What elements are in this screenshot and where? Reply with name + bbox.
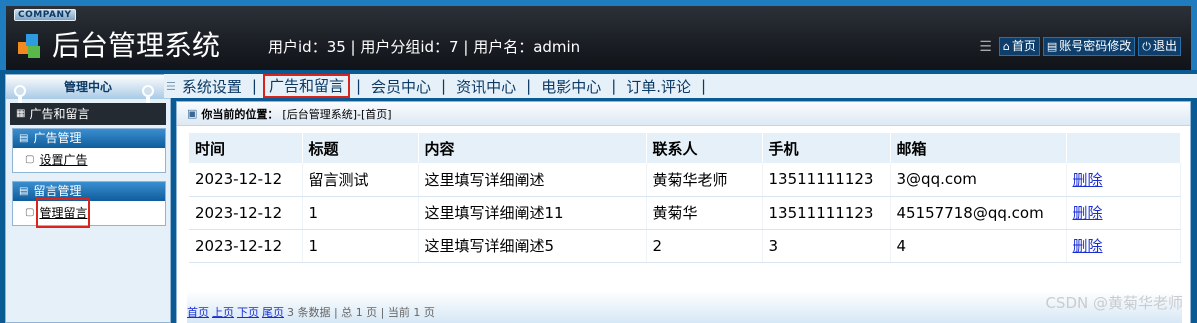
sidebar-group-messages: ▤ 留言管理 ▢ 管理留言: [12, 181, 166, 228]
sidebar-item-label[interactable]: 设置广告: [39, 148, 87, 172]
cell-title: 留言测试: [302, 163, 419, 197]
column-header-email: 邮箱: [890, 133, 1067, 163]
sidebar-group-header[interactable]: ▤ 广告管理: [13, 129, 165, 148]
cell-email: 3@qq.com: [890, 163, 1067, 197]
cell-action: 删除: [1066, 229, 1181, 263]
sidebar-group-title: 留言管理: [33, 184, 82, 198]
grip-icon: ☰: [979, 38, 992, 55]
breadcrumb: ▣ 你当前的位置： [后台管理系统]-[首页]: [177, 102, 1190, 126]
tab-orders-comments[interactable]: 订单.评论: [622, 76, 695, 97]
cell-phone: 3: [762, 229, 891, 263]
top-nav: ☰ 系统设置 | 广告和留言 | 会员中心 | 资讯中心 | 电影中心 | 订单…: [164, 74, 1197, 98]
cell-contact: 黄菊华: [646, 196, 763, 230]
column-header-action: [1066, 133, 1181, 163]
cell-content: 这里填写详细阐述: [418, 163, 647, 197]
tab-system-settings[interactable]: 系统设置: [178, 76, 246, 97]
account-icon: ▤: [1046, 40, 1058, 53]
column-header-contact: 联系人: [646, 133, 763, 163]
column-header-content: 内容: [418, 133, 647, 163]
power-icon: ⏻: [1142, 40, 1151, 53]
sidebar-item-manage-messages[interactable]: ▢ 管理留言: [13, 198, 165, 228]
sidebar-group-header[interactable]: ▤ 留言管理: [13, 182, 165, 201]
separator: |: [701, 77, 707, 95]
separator: |: [355, 77, 362, 95]
cell-email: 45157718@qq.com: [890, 196, 1067, 230]
column-header-time: 时间: [189, 133, 303, 163]
cell-content: 这里填写详细阐述11: [418, 196, 647, 230]
pin-icon: [14, 85, 26, 105]
sidebar-current-section[interactable]: ▦ 广告和留言: [10, 103, 166, 125]
app-title: 后台管理系统: [52, 29, 221, 62]
pager-summary: 3 条数据 | 总 1 页 | 当前 1 页: [287, 306, 435, 319]
list-icon: ▤: [19, 186, 29, 197]
sidebar: 管理中心 ▦ 广告和留言 ▤ 广告管理 ▢ 设置广告 ▤ 留言管理 ▢ 管理留言: [5, 74, 171, 323]
delete-link[interactable]: 删除: [1073, 204, 1103, 222]
tab-news[interactable]: 资讯中心: [452, 76, 520, 97]
cell-phone: 13511111123: [762, 196, 891, 230]
list-icon: ▤: [19, 133, 29, 144]
delete-link[interactable]: 删除: [1073, 171, 1103, 189]
change-password-label: 账号密码修改: [1059, 39, 1132, 53]
tab-ads-messages[interactable]: 广告和留言: [262, 74, 350, 98]
grid-icon: ▦: [16, 108, 26, 119]
window-icon: ▣: [187, 107, 198, 120]
pager-last-link[interactable]: 尾页: [262, 306, 284, 320]
cell-title: 1: [302, 229, 419, 263]
cube-logo-icon: [18, 34, 40, 58]
separator: |: [611, 77, 617, 95]
change-password-button[interactable]: ▤ 账号密码修改: [1042, 37, 1136, 56]
cell-action: 删除: [1066, 163, 1181, 197]
user-info: 用户id：35 | 用户分组id：7 | 用户名：admin: [268, 38, 581, 56]
table-header-row: 时间 标题 内容 联系人 手机 邮箱: [189, 133, 1181, 163]
column-header-phone: 手机: [762, 133, 891, 163]
sidebar-group-ads: ▤ 广告管理 ▢ 设置广告: [12, 128, 166, 173]
app-header: COMPANY 后台管理系统 用户id：35 | 用户分组id：7 | 用户名：…: [0, 0, 1197, 70]
cell-action: 删除: [1066, 196, 1181, 230]
sidebar-item-label[interactable]: 管理留言: [36, 198, 91, 228]
cell-email: 4: [890, 229, 1067, 263]
breadcrumb-label: 你当前的位置：: [201, 107, 279, 121]
logout-label: 退出: [1152, 39, 1177, 53]
messages-table: 时间 标题 内容 联系人 手机 邮箱 2023-12-12 留言测试 这里填写详…: [189, 133, 1181, 263]
sidebar-current-label: 广告和留言: [29, 107, 90, 121]
cell-title: 1: [302, 196, 419, 230]
cell-time: 2023-12-12: [189, 229, 303, 263]
separator: |: [441, 77, 447, 95]
cell-contact: 黄菊华老师: [646, 163, 763, 197]
cell-time: 2023-12-12: [189, 163, 303, 197]
breadcrumb-path: [后台管理系统]-[首页]: [282, 107, 392, 121]
column-header-title: 标题: [302, 133, 419, 163]
main-panel: ▣ 你当前的位置： [后台管理系统]-[首页] 时间 标题 内容 联系人 手机 …: [176, 101, 1191, 323]
page-icon: ▢: [25, 154, 35, 165]
separator: |: [526, 77, 532, 95]
pin-icon: [142, 85, 154, 105]
cell-phone: 13511111123: [762, 163, 891, 197]
top-links: ☰ ⌂ 首页 ▤ 账号密码修改 ⏻ 退出: [979, 37, 1181, 56]
pager-next-link[interactable]: 下页: [237, 306, 259, 320]
cell-time: 2023-12-12: [189, 196, 303, 230]
table-row: 2023-12-12 留言测试 这里填写详细阐述 黄菊华老师 135111111…: [189, 163, 1181, 197]
page-icon: ▢: [25, 207, 35, 218]
separator: |: [251, 77, 257, 95]
table-row: 2023-12-12 1 这里填写详细阐述11 黄菊华 13511111123 …: [189, 196, 1181, 230]
cell-contact: 2: [646, 229, 763, 263]
pager-prev-link[interactable]: 上页: [212, 306, 234, 320]
cell-content: 这里填写详细阐述5: [418, 229, 647, 263]
home-label: 首页: [1011, 39, 1036, 53]
pagination: 首页 上页 下页 尾页 3 条数据 | 总 1 页 | 当前 1 页: [187, 291, 1182, 323]
grip-icon: ☰: [166, 79, 176, 93]
watermark: CSDN @黄菊华老师: [1045, 294, 1183, 312]
tab-members[interactable]: 会员中心: [367, 76, 435, 97]
logout-button[interactable]: ⏻ 退出: [1138, 37, 1181, 56]
home-button[interactable]: ⌂ 首页: [998, 37, 1040, 56]
sidebar-item-set-ads[interactable]: ▢ 设置广告: [13, 148, 165, 172]
table-row: 2023-12-12 1 这里填写详细阐述5 2 3 4 删除: [189, 229, 1181, 263]
home-icon: ⌂: [1002, 40, 1010, 53]
tab-movies[interactable]: 电影中心: [537, 76, 605, 97]
sidebar-group-title: 广告管理: [33, 131, 82, 145]
delete-link[interactable]: 删除: [1073, 237, 1103, 255]
company-badge: COMPANY: [14, 9, 76, 21]
pager-first-link[interactable]: 首页: [187, 306, 209, 320]
